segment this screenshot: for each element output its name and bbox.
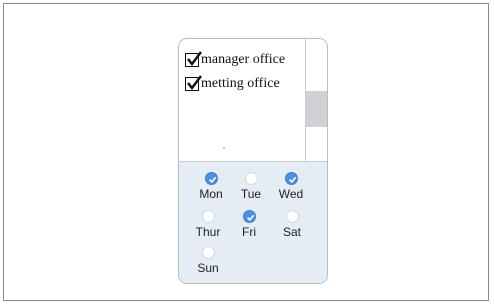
day-label: Tue xyxy=(240,187,262,201)
day-wed[interactable]: Wed xyxy=(271,172,311,201)
scrollbar-thumb[interactable] xyxy=(306,91,327,127)
office-list: manager office metting office xyxy=(179,39,305,161)
check-circle-icon[interactable] xyxy=(284,172,298,185)
empty-circle-icon[interactable] xyxy=(285,210,299,223)
day-tue[interactable]: Tue xyxy=(231,172,271,201)
day-thur[interactable]: Thur xyxy=(188,210,228,239)
office-label: metting office xyxy=(201,76,280,91)
day-sat[interactable]: Sat xyxy=(272,210,312,239)
day-label: Mon xyxy=(199,187,223,201)
office-item-manager[interactable]: manager office xyxy=(185,48,305,72)
decorative-dot xyxy=(223,147,225,149)
office-label: manager office xyxy=(201,52,286,67)
empty-circle-icon[interactable] xyxy=(244,172,258,185)
day-label: Sat xyxy=(282,225,301,239)
check-circle-icon[interactable] xyxy=(242,210,256,223)
empty-circle-icon[interactable] xyxy=(201,210,215,223)
checkbox-checked-icon[interactable] xyxy=(185,51,202,67)
day-label: Wed xyxy=(278,187,304,201)
empty-circle-icon[interactable] xyxy=(201,246,215,259)
office-item-meeting[interactable]: metting office xyxy=(185,72,305,96)
weekday-selector: Mon Tue Wed Thur Fri Sat Sun xyxy=(179,161,327,283)
checkbox-checked-icon[interactable] xyxy=(185,75,202,91)
day-label: Thur xyxy=(195,225,221,239)
screenshot-frame: manager office metting office Mon Tue We… xyxy=(3,3,489,301)
schedule-widget: manager office metting office Mon Tue We… xyxy=(178,38,328,284)
day-mon[interactable]: Mon xyxy=(191,172,231,201)
day-label: Sun xyxy=(197,261,219,275)
day-fri[interactable]: Fri xyxy=(229,210,269,239)
vertical-scrollbar[interactable] xyxy=(305,39,327,161)
check-circle-icon[interactable] xyxy=(204,172,218,185)
day-sun[interactable]: Sun xyxy=(188,246,228,275)
day-label: Fri xyxy=(242,225,256,239)
